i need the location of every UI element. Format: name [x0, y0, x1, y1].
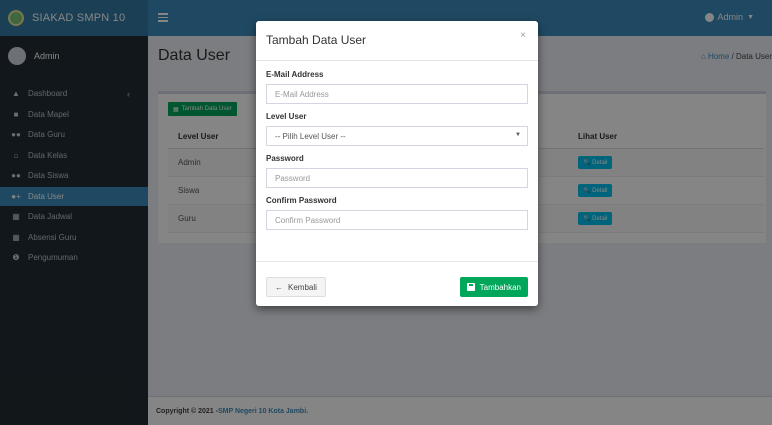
password-label: Password: [266, 154, 304, 163]
level-select[interactable]: -- Pilih Level User -- ▼: [266, 126, 528, 146]
close-icon[interactable]: ×: [520, 30, 526, 41]
password-group: Password Password: [266, 154, 528, 188]
submit-button[interactable]: Tambahkan: [459, 277, 528, 297]
back-button-label: Kembali: [288, 282, 317, 292]
add-user-modal: Tambah Data User × E-Mail Address E-Mail…: [256, 21, 538, 306]
email-field[interactable]: E-Mail Address: [266, 84, 528, 104]
arrow-left-icon: ←: [275, 282, 283, 292]
modal-header: Tambah Data User ×: [256, 21, 538, 61]
back-button[interactable]: ← Kembali: [266, 277, 326, 297]
email-group: E-Mail Address E-Mail Address: [266, 70, 528, 104]
level-group: Level User -- Pilih Level User -- ▼: [266, 112, 528, 146]
confirm-password-label: Confirm Password: [266, 196, 337, 205]
level-label: Level User: [266, 112, 307, 121]
email-label: E-Mail Address: [266, 70, 324, 79]
modal-title: Tambah Data User: [266, 33, 367, 47]
password-field[interactable]: Password: [266, 168, 528, 188]
modal-body: E-Mail Address E-Mail Address Level User…: [256, 61, 538, 230]
confirm-password-group: Confirm Password Confirm Password: [266, 196, 528, 230]
confirm-password-field[interactable]: Confirm Password: [266, 210, 528, 230]
caret-down-icon: ▼: [515, 132, 521, 138]
modal-footer: ← Kembali Tambahkan: [256, 261, 538, 306]
submit-button-label: Tambahkan: [479, 282, 521, 292]
save-icon: [466, 283, 475, 291]
level-select-value: -- Pilih Level User --: [275, 131, 346, 141]
